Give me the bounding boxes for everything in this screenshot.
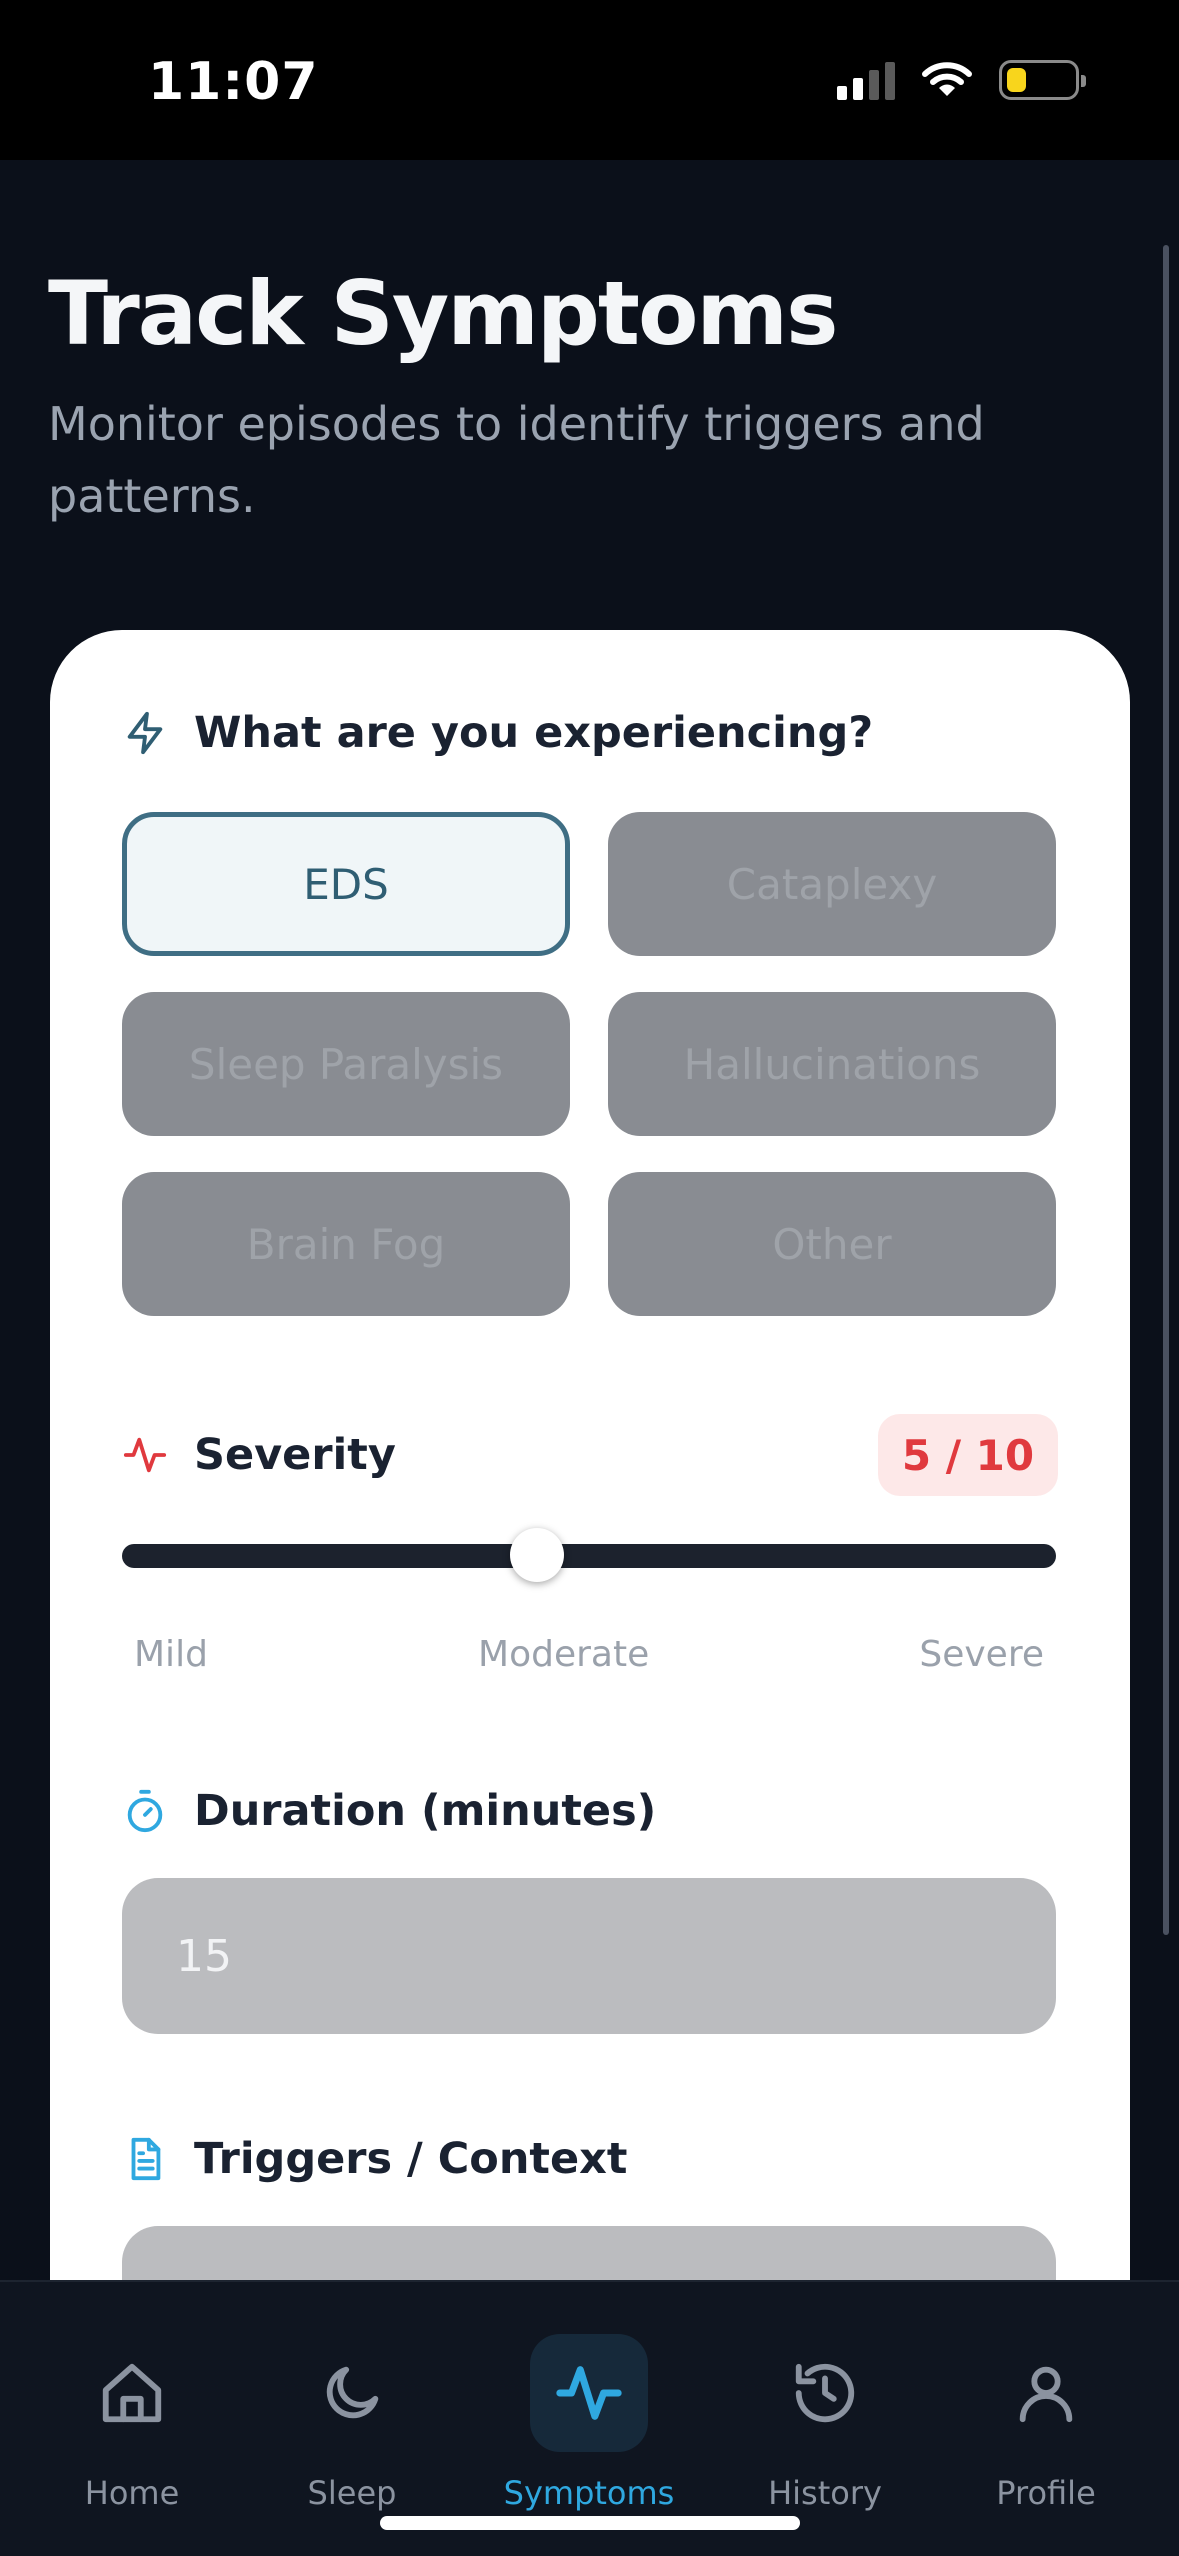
severity-value-badge: 5 / 10 xyxy=(878,1414,1058,1496)
document-icon xyxy=(122,2136,168,2182)
nav-item-sleep[interactable]: Sleep xyxy=(252,2334,452,2534)
symptom-option-brain-fog[interactable]: Brain Fog xyxy=(122,1172,570,1316)
symptom-option-eds[interactable]: EDS xyxy=(122,812,570,956)
nav-label-symptoms: Symptoms xyxy=(503,2474,675,2512)
status-time: 11:07 xyxy=(148,52,319,112)
duration-label: Duration (minutes) xyxy=(194,1786,657,1836)
activity-icon xyxy=(530,2334,648,2452)
severity-label: Severity xyxy=(194,1430,396,1480)
symptom-type-header: What are you experiencing? xyxy=(122,708,873,758)
home-indicator xyxy=(380,2516,800,2530)
nav-item-history[interactable]: History xyxy=(725,2334,925,2534)
duration-header: Duration (minutes) xyxy=(122,1786,656,1836)
nav-label-home: Home xyxy=(84,2474,180,2512)
severity-scale-labels: Mild Moderate Severe xyxy=(134,1634,1044,1675)
triggers-label: Triggers / Context xyxy=(194,2134,628,2184)
triggers-header: Triggers / Context xyxy=(122,2134,627,2184)
symptom-type-label: What are you experiencing? xyxy=(194,708,874,758)
nav-item-symptoms[interactable]: Symptoms xyxy=(489,2334,689,2534)
home-icon xyxy=(73,2334,191,2452)
history-icon xyxy=(766,2334,884,2452)
nav-item-home[interactable]: Home xyxy=(32,2334,232,2534)
bottom-nav: Home Sleep Symptoms History Profile xyxy=(0,2280,1179,2556)
severity-header: Severity xyxy=(122,1430,396,1480)
severity-scale-severe: Severe xyxy=(919,1634,1044,1675)
severity-slider[interactable] xyxy=(122,1528,1056,1582)
symptom-form-card: What are you experiencing? EDS Cataplexy… xyxy=(50,630,1130,2370)
timer-icon xyxy=(122,1788,168,1834)
symptom-option-sleep-paralysis[interactable]: Sleep Paralysis xyxy=(122,992,570,1136)
lightning-icon xyxy=(122,710,168,756)
scrollbar[interactable] xyxy=(1163,245,1169,1935)
moon-icon xyxy=(293,2334,411,2452)
nav-item-profile[interactable]: Profile xyxy=(946,2334,1146,2534)
activity-icon xyxy=(122,1432,168,1478)
severity-scale-mild: Mild xyxy=(134,1634,208,1675)
symptom-options: EDS Cataplexy Sleep Paralysis Hallucinat… xyxy=(122,812,1056,1316)
nav-label-profile: Profile xyxy=(996,2474,1096,2512)
nav-label-sleep: Sleep xyxy=(307,2474,397,2512)
severity-slider-thumb[interactable] xyxy=(510,1528,565,1582)
battery-level xyxy=(1007,68,1026,92)
symptom-option-hallucinations[interactable]: Hallucinations xyxy=(608,992,1056,1136)
cellular-signal-icon xyxy=(837,60,895,100)
symptom-option-cataplexy[interactable]: Cataplexy xyxy=(608,812,1056,956)
symptom-option-other[interactable]: Other xyxy=(608,1172,1056,1316)
page-title: Track Symptoms xyxy=(48,262,838,365)
battery-icon xyxy=(999,60,1086,100)
page-subtitle: Monitor episodes to identify triggers an… xyxy=(48,397,985,523)
duration-input[interactable]: 15 xyxy=(122,1878,1056,2034)
status-bar: 11:07 xyxy=(0,0,1179,160)
severity-scale-moderate: Moderate xyxy=(478,1634,650,1675)
nav-label-history: History xyxy=(768,2474,882,2512)
status-icons xyxy=(837,60,1086,100)
wifi-icon xyxy=(922,62,972,96)
profile-icon xyxy=(987,2334,1105,2452)
